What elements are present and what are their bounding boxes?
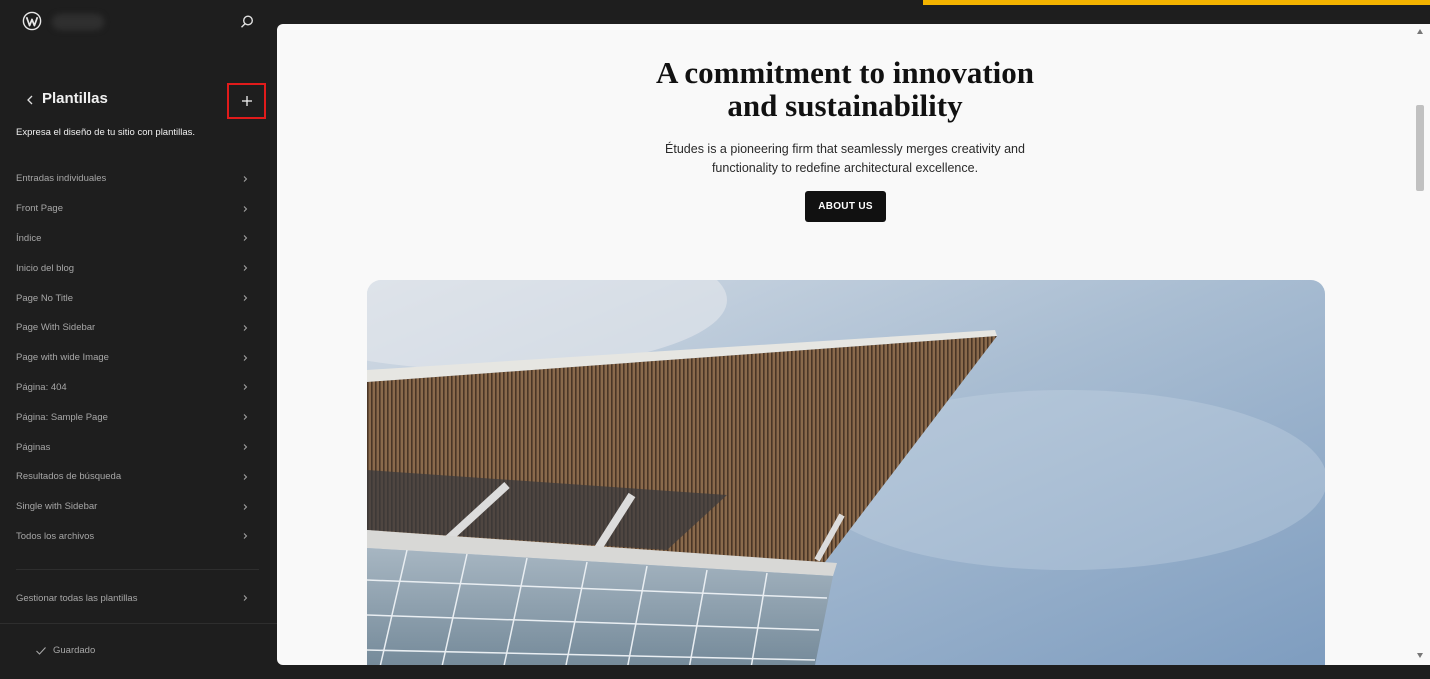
template-item[interactable]: Página: Sample Page xyxy=(0,402,277,432)
chevron-right-icon xyxy=(243,595,248,601)
back-button[interactable] xyxy=(22,89,38,111)
template-list: Entradas individuales Front Page Índice … xyxy=(0,164,277,551)
template-item[interactable]: Página: 404 xyxy=(0,373,277,403)
template-item[interactable]: Front Page xyxy=(0,194,277,224)
chevron-right-icon xyxy=(243,295,248,301)
chevron-right-icon xyxy=(243,176,248,182)
chevron-right-icon xyxy=(243,414,248,421)
template-item[interactable]: Índice xyxy=(0,224,277,254)
search-icon[interactable] xyxy=(238,13,256,31)
hero-paragraph[interactable]: Études is a pioneering firm that seamles… xyxy=(277,140,1413,178)
about-us-button[interactable]: ABOUT US xyxy=(805,191,886,222)
scrollbar-thumb[interactable] xyxy=(1416,105,1424,191)
saved-status: Guardado xyxy=(35,645,95,656)
divider xyxy=(16,569,259,570)
admin-accent-bar xyxy=(923,0,1430,5)
site-editor: Plantillas Expresa el diseño de tu sitio… xyxy=(0,0,1430,679)
hero-heading-line-1: A commitment to innovation xyxy=(655,55,1034,90)
hero-paragraph-line-1: Études is a pioneering firm that seamles… xyxy=(665,142,1025,156)
chevron-right-icon xyxy=(243,205,248,212)
add-template-button[interactable] xyxy=(227,83,266,119)
check-icon xyxy=(36,646,46,655)
template-item[interactable]: Page No Title xyxy=(0,283,277,313)
hero-image[interactable] xyxy=(367,280,1325,665)
template-item[interactable]: Todos los archivos xyxy=(0,522,277,552)
wordpress-logo-icon[interactable] xyxy=(22,11,42,31)
scroll-down-arrow-icon[interactable] xyxy=(1417,653,1423,658)
sidebar: Plantillas Expresa el diseño de tu sitio… xyxy=(0,0,277,679)
chevron-right-icon xyxy=(243,235,248,242)
template-item[interactable]: Single with Sidebar xyxy=(0,492,277,522)
template-item[interactable]: Entradas individuales xyxy=(0,164,277,194)
template-item[interactable]: Inicio del blog xyxy=(0,253,277,283)
chevron-right-icon xyxy=(243,533,248,540)
hero-heading-line-2: and sustainability xyxy=(727,88,963,123)
chevron-right-icon xyxy=(243,325,248,331)
template-item[interactable]: Resultados de búsqueda xyxy=(0,462,277,492)
chevron-right-icon xyxy=(243,265,248,272)
hero-heading[interactable]: A commitment to innovation and sustainab… xyxy=(277,56,1413,122)
chevron-right-icon xyxy=(243,474,248,480)
template-item[interactable]: Page With Sidebar xyxy=(0,313,277,343)
chevron-right-icon xyxy=(243,503,248,510)
chevron-left-icon xyxy=(27,95,33,105)
editor-canvas[interactable]: A commitment to innovation and sustainab… xyxy=(277,24,1429,665)
panel-title: Plantillas xyxy=(42,90,108,107)
panel-description: Expresa el diseño de tu sitio con planti… xyxy=(16,127,196,138)
plus-icon xyxy=(241,96,252,106)
site-name-blurred xyxy=(52,14,104,30)
template-item[interactable]: Page with wide Image xyxy=(0,343,277,373)
manage-templates-link[interactable]: Gestionar todas las plantillas xyxy=(0,585,277,611)
chevron-right-icon xyxy=(243,444,248,450)
chevron-right-icon xyxy=(243,354,248,361)
template-item[interactable]: Páginas xyxy=(0,432,277,462)
scroll-up-arrow-icon[interactable] xyxy=(1417,29,1423,34)
chevron-right-icon xyxy=(243,384,248,391)
divider xyxy=(0,623,277,624)
hero-paragraph-line-2: functionality to redefine architectural … xyxy=(711,161,979,175)
